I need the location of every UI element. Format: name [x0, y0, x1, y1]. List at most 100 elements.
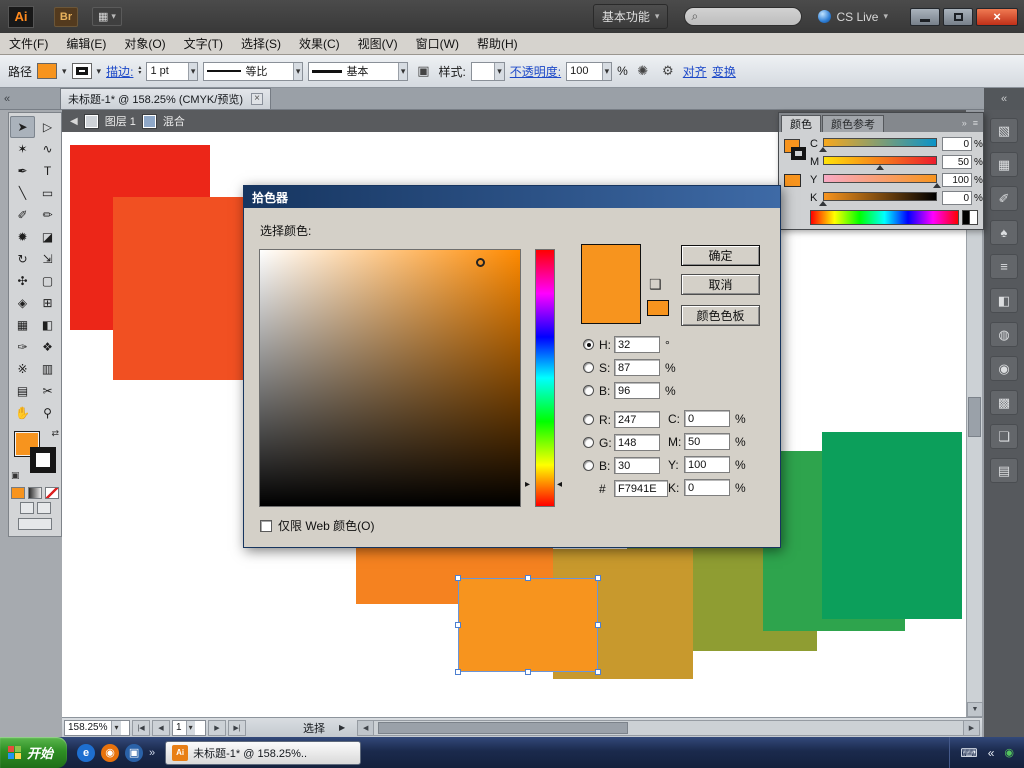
shape-builder-tool[interactable]: ◈ [10, 292, 35, 314]
stroke-color-swatch[interactable] [71, 63, 92, 79]
hex-field[interactable]: F7941E [614, 480, 668, 497]
eyedropper-tool[interactable]: ✑ [10, 336, 35, 358]
cs-live-button[interactable]: CS Live ▾ [818, 10, 888, 24]
start-button[interactable]: 开始 [0, 737, 68, 768]
stroke-weight-combo[interactable]: 1 pt ▾ [146, 61, 199, 81]
stroke-color-control[interactable] [30, 447, 56, 473]
tray-chevron-icon[interactable]: « [988, 746, 995, 760]
magenta-field[interactable]: 50 [684, 433, 730, 450]
zoom-tool[interactable]: ⚲ [35, 402, 60, 424]
hue-field[interactable]: 32 [614, 336, 660, 353]
menu-object[interactable]: 对象(O) [115, 33, 174, 55]
magic-wand-tool[interactable]: ✶ [10, 138, 35, 160]
black-slider-value[interactable]: 0 [942, 191, 972, 205]
saturation-brightness-field[interactable] [259, 249, 521, 507]
menu-edit[interactable]: 编辑(E) [57, 33, 115, 55]
selection-handle[interactable] [455, 575, 461, 581]
selection-handle[interactable] [525, 575, 531, 581]
zoom-combo[interactable]: 158.25% ▾ [64, 719, 130, 736]
search-input[interactable] [701, 10, 796, 23]
line-segment-tool[interactable]: ╲ [10, 182, 35, 204]
panel-color-swatch[interactable] [784, 174, 801, 187]
preferences-gear-icon[interactable]: ⚙ [658, 61, 678, 81]
hue-slider-arrow-right[interactable]: ◂ [557, 479, 562, 490]
yellow-slider-marker[interactable] [933, 183, 941, 188]
magenta-slider-marker[interactable] [876, 165, 884, 170]
selection-handle[interactable] [595, 622, 601, 628]
default-fill-stroke-icon[interactable]: ▣ [11, 470, 20, 481]
gradient-tool[interactable]: ◧ [35, 314, 60, 336]
saturation-field[interactable]: 87 [614, 359, 660, 376]
ok-button[interactable]: 确定 [681, 245, 760, 266]
slice-tool[interactable]: ✂ [35, 380, 60, 402]
horizontal-scrollbar[interactable]: ◀ ▶ [357, 719, 980, 736]
stroke-dropdown-icon[interactable]: ▾ [97, 66, 102, 77]
blend-tool[interactable]: ❖ [35, 336, 60, 358]
color-panel-icon[interactable]: ▧ [990, 118, 1018, 143]
menu-effect[interactable]: 效果(C) [290, 33, 349, 55]
brush-definition-combo[interactable]: 基本 ▾ [308, 61, 409, 81]
scroll-down-icon[interactable]: ▼ [967, 702, 983, 717]
type-tool[interactable]: T [35, 160, 60, 182]
last-artboard-button[interactable]: ▶| [228, 719, 246, 736]
scroll-left-icon[interactable]: ◀ [358, 720, 375, 735]
mesh-tool[interactable]: ▦ [10, 314, 35, 336]
symbols-panel-icon[interactable]: ♠ [990, 220, 1018, 245]
selection-handle[interactable] [595, 575, 601, 581]
layer-breadcrumb[interactable]: 图层 1 [105, 113, 136, 129]
chevron-down-icon[interactable]: ▾ [187, 62, 198, 80]
pencil-tool[interactable]: ✏ [35, 204, 60, 226]
transparency-panel-icon[interactable]: ◍ [990, 322, 1018, 347]
quick-launch-chevron-icon[interactable]: » [149, 747, 155, 759]
opacity-combo[interactable]: 100 ▾ [566, 61, 613, 81]
magenta-slider-value[interactable]: 50 [942, 155, 972, 169]
opacity-link[interactable]: 不透明度: [510, 63, 561, 80]
selection-handle[interactable] [455, 622, 461, 628]
media-player-icon[interactable]: ◉ [101, 743, 120, 762]
selection-handle[interactable] [595, 669, 601, 675]
minimize-button[interactable] [910, 7, 940, 26]
color-spectrum-bar[interactable] [810, 210, 959, 225]
expand-options-icon[interactable]: ▣ [413, 61, 433, 81]
black-swatch[interactable] [962, 210, 970, 225]
vermilion-square[interactable] [113, 197, 260, 380]
status-flyout-icon[interactable]: ▶ [339, 723, 345, 732]
gradient-panel-icon[interactable]: ◧ [990, 288, 1018, 313]
hue-slider[interactable] [535, 249, 555, 507]
rectangle-tool[interactable]: ▭ [35, 182, 60, 204]
selection-tool[interactable]: ➤ [10, 116, 35, 138]
workspace-switcher-button[interactable]: 基本功能 ▾ [592, 4, 669, 29]
green-field[interactable]: 148 [614, 434, 660, 451]
gradient-button[interactable] [28, 487, 42, 499]
web-only-checkbox[interactable] [260, 519, 272, 532]
cancel-button[interactable]: 取消 [681, 274, 760, 295]
bridge-button[interactable]: Br [54, 6, 78, 27]
menu-window[interactable]: 窗口(W) [407, 33, 468, 55]
swap-fill-stroke-icon[interactable]: ⇄ [51, 428, 59, 439]
width-tool[interactable]: ✣ [10, 270, 35, 292]
search-box[interactable]: ⌕ [684, 7, 803, 26]
black-field[interactable]: 0 [684, 479, 730, 496]
fill-dropdown-icon[interactable]: ▾ [62, 66, 67, 77]
fill-color-swatch[interactable] [37, 63, 58, 79]
white-swatch[interactable] [970, 210, 978, 225]
brightness-field-radio[interactable] [583, 385, 594, 396]
spin-down-icon[interactable]: ▾ [138, 70, 141, 76]
vertical-scroll-track[interactable] [967, 147, 982, 702]
magenta-slider[interactable] [823, 155, 937, 170]
draw-behind-button[interactable] [36, 502, 51, 514]
chevron-down-icon[interactable]: ▾ [111, 720, 121, 735]
stroke-panel-icon[interactable]: ≡ [990, 254, 1018, 279]
illustrator-app-icon[interactable]: Ai [8, 5, 34, 28]
menu-select[interactable]: 选择(S) [232, 33, 290, 55]
cyan-slider[interactable] [819, 137, 937, 152]
swatches-panel-icon[interactable]: ▦ [990, 152, 1018, 177]
tab-color-guide[interactable]: 颜色参考 [822, 115, 884, 132]
web-gamut-cube-icon[interactable]: ❑ [649, 276, 662, 293]
chevron-down-icon[interactable]: ▾ [185, 720, 195, 735]
panel-collapse-icon[interactable]: » [962, 118, 967, 128]
paintbrush-tool[interactable]: ✐ [10, 204, 35, 226]
collapse-right-dock-icon[interactable]: « [984, 88, 1024, 110]
artboards-panel-icon[interactable]: ▤ [990, 458, 1018, 483]
pen-tool[interactable]: ✒ [10, 160, 35, 182]
